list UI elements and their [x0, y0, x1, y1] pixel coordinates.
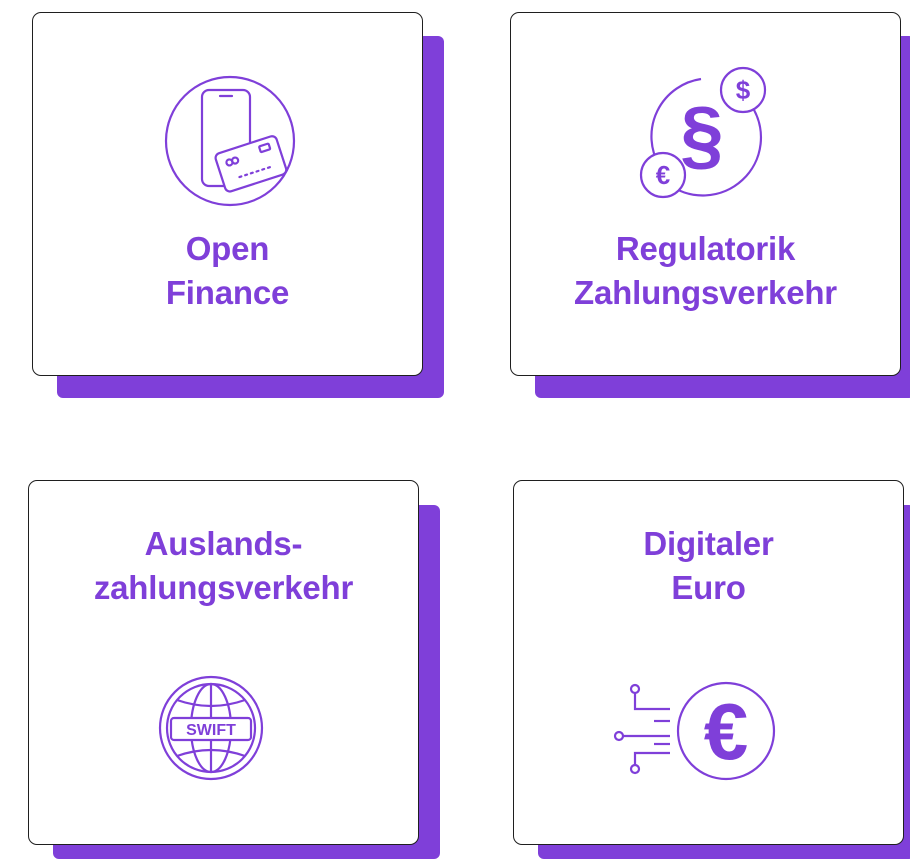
card-panel[interactable]: Auslands- zahlungsverkehr SWIFT [28, 480, 419, 845]
euro-symbol: € [656, 160, 670, 190]
card-title: Regulatorik Zahlungsverkehr [574, 230, 837, 311]
svg-text:SWIFT: SWIFT [186, 722, 236, 739]
card-title: Open Finance [165, 230, 290, 311]
paragraph-symbol: § [680, 90, 723, 178]
card-title: Digitaler Euro [643, 525, 774, 606]
card-panel[interactable]: Open Finance [32, 12, 423, 376]
digital-euro-icon: € [613, 681, 784, 781]
card-title: Auslands- zahlungsverkehr [93, 525, 354, 606]
card-panel[interactable]: Digitaler Euro € [513, 480, 904, 845]
svg-text:€: € [704, 687, 749, 776]
dollar-symbol: $ [736, 75, 751, 105]
card-panel[interactable]: § $ € Regulatorik Zahlungsverkehr [510, 12, 901, 376]
phone-card-icon [164, 75, 296, 207]
swift-globe-icon: SWIFT [158, 675, 264, 781]
paragraph-currency-icon: § $ € [639, 65, 779, 205]
